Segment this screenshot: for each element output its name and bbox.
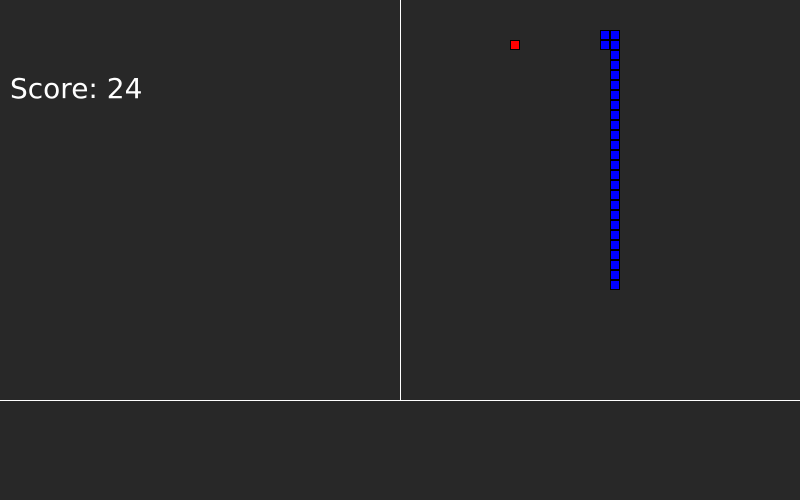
snake-segment [610,190,620,200]
snake-segment [610,180,620,190]
snake-segment [610,280,620,290]
snake-segment [610,270,620,280]
snake-segment [610,210,620,220]
play-field [401,0,800,400]
snake-segment [610,90,620,100]
snake-segment [610,110,620,120]
horizontal-divider [0,400,800,401]
food-pellet [510,40,520,50]
snake-segment [610,140,620,150]
snake-segment [610,200,620,210]
snake-segment [610,70,620,80]
game-screen: Score: 24 [0,0,800,500]
snake-segment [610,40,620,50]
snake-segment [610,50,620,60]
snake-segment [610,30,620,40]
snake-segment [610,240,620,250]
score-label: Score: 24 [10,72,143,105]
snake-segment [610,130,620,140]
snake-segment [610,260,620,270]
snake-segment [600,30,610,40]
snake-segment [610,150,620,160]
snake-segment [610,120,620,130]
snake-segment [600,40,610,50]
snake-segment [610,160,620,170]
snake-segment [610,220,620,230]
snake-segment [610,230,620,240]
snake-segment [610,80,620,90]
snake-segment [610,250,620,260]
snake-segment [610,60,620,70]
snake-segment [610,170,620,180]
snake-segment [610,100,620,110]
